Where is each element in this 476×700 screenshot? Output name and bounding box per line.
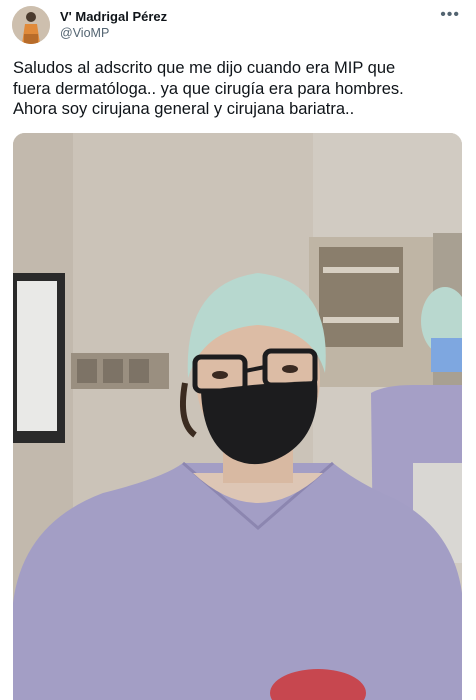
author-handle[interactable]: @VioMP xyxy=(60,26,109,40)
tweet-text: Saludos al adscrito que me dijo cuando e… xyxy=(13,59,404,118)
author-name[interactable]: V' Madrigal Pérez xyxy=(60,9,167,24)
photo-illustration xyxy=(13,133,462,700)
tweet-card: V' Madrigal Pérez @VioMP ••• Saludos al … xyxy=(0,0,476,700)
avatar[interactable] xyxy=(12,6,50,44)
more-horizontal-icon[interactable]: ••• xyxy=(440,6,460,24)
tweet-photo[interactable] xyxy=(13,133,462,700)
